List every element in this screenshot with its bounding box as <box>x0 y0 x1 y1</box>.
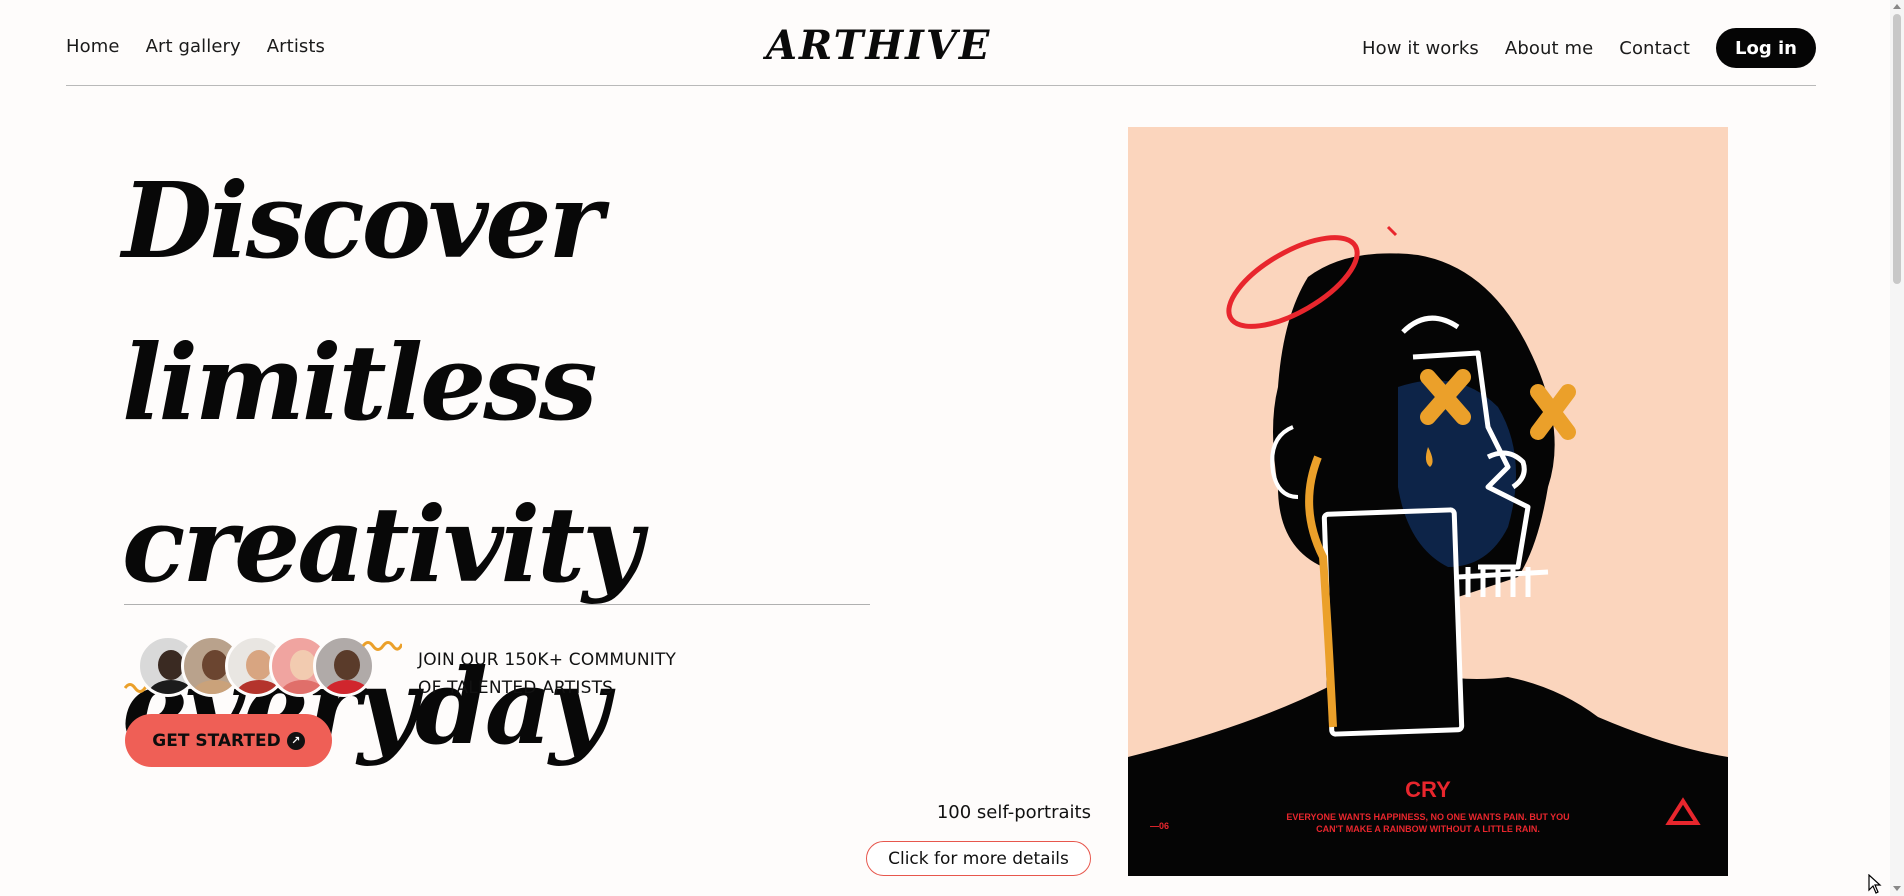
community-text: JOIN OUR 150K+ COMMUNITY OF TALENTED ART… <box>418 646 676 702</box>
scroll-thumb[interactable] <box>1893 14 1901 284</box>
nav-link-artists[interactable]: Artists <box>267 36 325 57</box>
page-scrollbar[interactable] <box>1890 0 1904 896</box>
squiggle-icon <box>362 641 402 651</box>
artwork-illustration: CRY EVERYONE WANTS HAPPINESS, NO ONE WAN… <box>1128 127 1728 876</box>
portrait-count-label: 100 self-portraits <box>936 802 1091 823</box>
top-nav: Home Art gallery Artists ARTHIVE How it … <box>66 0 1816 86</box>
nav-link-home[interactable]: Home <box>66 36 120 57</box>
community-avatars <box>124 630 404 700</box>
headline-line-2: creativity <box>122 483 643 606</box>
nav-link-art-gallery[interactable]: Art gallery <box>146 36 241 57</box>
hero-divider <box>124 604 870 605</box>
get-started-label: GET STARTED <box>152 730 281 751</box>
artwork-number: —06 <box>1150 821 1169 831</box>
nav-left-links: Home Art gallery Artists <box>66 36 325 57</box>
site-logo[interactable]: ARTHIVE <box>766 22 989 69</box>
mouse-cursor-icon <box>1868 874 1882 894</box>
artwork-caption-line-1: EVERYONE WANTS HAPPINESS, NO ONE WANTS P… <box>1286 812 1569 822</box>
community-line-2: OF TALENTED ARTISTS <box>418 678 614 698</box>
nav-link-contact[interactable]: Contact <box>1619 38 1690 59</box>
artwork-caption-line-2: CAN'T MAKE A RAINBOW WITHOUT A LITTLE RA… <box>1316 824 1540 834</box>
nav-link-about-me[interactable]: About me <box>1505 38 1593 59</box>
arrow-up-right-icon: ↗ <box>286 731 305 750</box>
get-started-button[interactable]: GET STARTED ↗ <box>125 714 332 767</box>
scroll-down-icon[interactable] <box>1893 886 1901 891</box>
more-details-button[interactable]: Click for more details <box>866 841 1091 876</box>
scroll-up-icon[interactable] <box>1893 4 1901 9</box>
featured-artwork[interactable]: CRY EVERYONE WANTS HAPPINESS, NO ONE WAN… <box>1128 127 1728 876</box>
login-button[interactable]: Log in <box>1716 28 1816 68</box>
headline-line-1: Discover limitless <box>122 159 603 444</box>
community-line-1: JOIN OUR 150K+ COMMUNITY <box>418 650 677 670</box>
artwork-title: CRY <box>1405 777 1451 802</box>
nav-link-how-it-works[interactable]: How it works <box>1362 38 1479 59</box>
nav-right-links: How it works About me Contact Log in <box>1362 28 1816 68</box>
